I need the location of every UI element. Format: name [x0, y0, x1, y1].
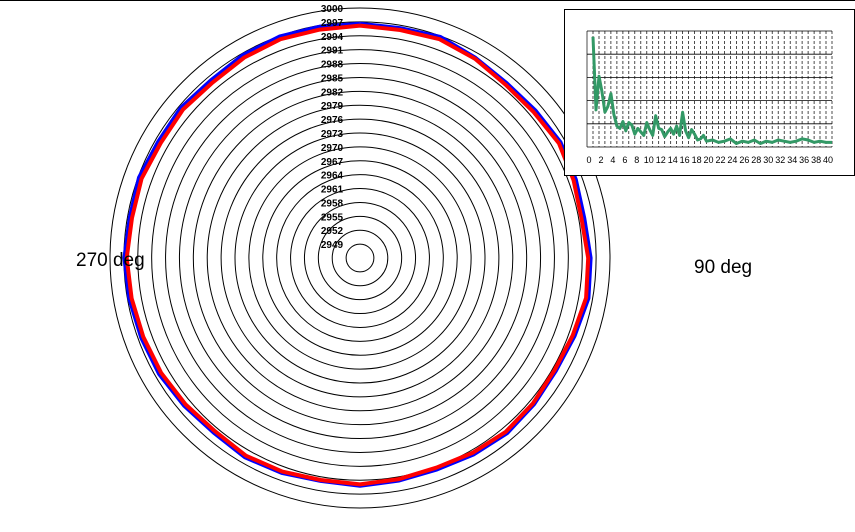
- radial-tick-label: 3000: [321, 4, 344, 15]
- inset-x-tick-label: 16: [680, 155, 690, 165]
- polar-ring: [192, 90, 528, 426]
- inset-x-tick-label: 12: [656, 155, 666, 165]
- inset-frame: [564, 9, 855, 176]
- polar-ring: [262, 160, 458, 356]
- radial-tick-label: 2952: [321, 226, 344, 237]
- angle-label-right: 90 deg: [694, 257, 752, 278]
- radial-tick-label: 2991: [321, 46, 344, 57]
- polar-ring: [345, 243, 375, 273]
- inset-x-tick-label: 20: [703, 155, 713, 165]
- inset-x-tick-label: 40: [823, 155, 833, 165]
- radial-tick-label: 2976: [321, 115, 344, 126]
- polar-ring: [276, 174, 444, 342]
- inset-x-tick-label: 32: [775, 155, 785, 165]
- inset-x-tick-label: 22: [715, 155, 725, 165]
- inset-x-tick-label: 8: [634, 155, 639, 165]
- inset-x-tick-label: 14: [668, 155, 678, 165]
- radial-tick-label: 2973: [321, 129, 344, 140]
- radial-tick-labels: 2949 2952 2955 2958 2961 2964 2967 2970 2973 2976…: [321, 4, 344, 251]
- radial-tick-label: 2979: [321, 101, 344, 112]
- inset-x-tick-label: 2: [598, 155, 603, 165]
- radial-tick-label: 2997: [321, 18, 344, 29]
- radial-tick-label: 2958: [321, 198, 344, 209]
- inset-x-tick-labels: 0 2 4 6 8 10 12 14 16 18 20 22 24 26 28 30 32 34 36 38 40: [586, 155, 833, 165]
- inset-chart: 0 2 4 6 8 10 12 14 16 18 20 22 24 26 28 30 32 34 36 38 40: [564, 9, 855, 176]
- inset-x-tick-label: 26: [739, 155, 749, 165]
- polar-ring: [165, 63, 555, 453]
- radial-tick-label: 2985: [321, 73, 344, 84]
- polar-series: [122, 21, 593, 488]
- inset-x-tick-label: 6: [622, 155, 627, 165]
- inset-x-tick-label: 24: [727, 155, 737, 165]
- radial-tick-label: 2988: [321, 60, 344, 71]
- inset-x-tick-label: 18: [692, 155, 702, 165]
- radial-tick-label: 2967: [321, 157, 344, 168]
- polar-ring: [137, 35, 583, 481]
- radial-tick-label: 2994: [321, 32, 344, 43]
- polar-ring: [178, 76, 542, 440]
- radial-tick-label: 2982: [321, 87, 344, 98]
- inset-x-tick-label: 0: [586, 155, 591, 165]
- polar-ring: [248, 146, 472, 370]
- radial-tick-label: 2955: [321, 212, 344, 223]
- radial-tick-label: 2961: [321, 185, 344, 196]
- inset-x-tick-label: 30: [763, 155, 773, 165]
- inset-x-tick-label: 10: [644, 155, 654, 165]
- radial-tick-label: 2964: [321, 171, 344, 182]
- polar-chart: 2949 2952 2955 2958 2961 2964 2967 2970 2973 2976…: [0, 0, 855, 509]
- polar-ring: [206, 104, 514, 412]
- polar-ring: [151, 49, 569, 467]
- inset-x-tick-label: 34: [787, 155, 797, 165]
- radial-tick-label: 2970: [321, 143, 344, 154]
- inset-x-tick-label: 36: [799, 155, 809, 165]
- inset-x-tick-label: 38: [811, 155, 821, 165]
- inset-x-tick-label: 28: [751, 155, 761, 165]
- inset-x-tick-label: 4: [610, 155, 615, 165]
- polar-grid: [109, 7, 611, 509]
- angle-label-left: 270 deg: [76, 250, 145, 271]
- polar-ring: [331, 229, 389, 287]
- radial-tick-label: 2949: [321, 240, 344, 251]
- polar-ring: [234, 132, 486, 384]
- polar-ring: [290, 188, 430, 328]
- polar-ring: [109, 7, 611, 509]
